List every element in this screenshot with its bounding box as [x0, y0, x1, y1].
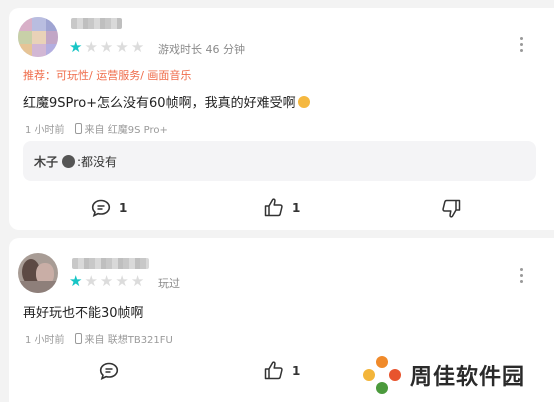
comment-count: 1 — [119, 201, 128, 215]
like-count: 1 — [292, 363, 301, 378]
avatar[interactable] — [18, 17, 58, 57]
star-empty-icon: ★ — [99, 38, 114, 56]
rating-stars: ★ ★ ★ ★ ★ — [69, 40, 144, 55]
phone-icon — [74, 333, 82, 344]
like-button[interactable]: 1 — [264, 361, 300, 380]
comment-button[interactable] — [99, 362, 127, 380]
review-info: 1 小时前 来自 联想TB321FU — [25, 331, 173, 346]
reply-author[interactable]: 木子 — [34, 153, 58, 170]
review-info: 1 小时前 来自 红魔9S Pro+ — [25, 121, 168, 136]
star-empty-icon: ★ — [84, 272, 98, 290]
device-label: 来自 联想TB321FU — [84, 335, 173, 346]
avatar[interactable] — [18, 253, 58, 293]
action-bar: 1 1 — [9, 192, 554, 222]
reply-avatar — [62, 155, 76, 168]
comment-icon — [99, 362, 119, 380]
playtime: 玩过 — [158, 277, 180, 290]
reply-preview[interactable]: 木子 :都没有 — [23, 141, 536, 181]
star-empty-icon: ★ — [99, 272, 114, 290]
device-label: 来自 红魔9S Pro+ — [84, 125, 168, 136]
more-options-icon[interactable] — [520, 37, 524, 55]
review-card: ★ ★ ★ ★ ★ 游戏时长 46 分钟 推荐：可玩性/ 运营服务/ 画面音乐 … — [9, 8, 554, 230]
star-empty-icon: ★ — [115, 272, 129, 290]
star-empty-icon: ★ — [115, 38, 129, 56]
thumbs-up-icon — [264, 361, 283, 380]
star-empty-icon: ★ — [84, 38, 98, 56]
review-content: 红魔9SPro+怎么没有60帧啊，我真的好难受啊 — [23, 92, 310, 111]
like-count: 1 — [292, 200, 301, 215]
comment-icon — [91, 199, 111, 217]
star-empty-icon: ★ — [130, 38, 145, 56]
like-button[interactable]: 1 — [264, 198, 300, 217]
post-time: 1 小时前 — [25, 335, 65, 346]
username-blurred[interactable] — [71, 18, 122, 29]
username-blurred[interactable] — [72, 258, 149, 269]
smile-emoji-icon — [297, 96, 310, 108]
star-empty-icon: ★ — [130, 272, 145, 290]
thumbs-up-icon — [264, 198, 283, 217]
reply-text: :都没有 — [77, 155, 118, 169]
phone-icon — [74, 123, 82, 134]
comment-button[interactable]: 1 — [91, 199, 127, 217]
watermark-text: 周佳软件园 — [410, 365, 526, 390]
post-time: 1 小时前 — [25, 125, 65, 136]
watermark: 周佳软件园 — [362, 355, 525, 395]
review-content: 再好玩也不能30帧啊 — [23, 306, 144, 321]
thumbs-down-icon — [442, 199, 461, 218]
recommend-tags: 推荐：可玩性/ 运营服务/ 画面音乐 — [23, 69, 192, 82]
more-options-icon[interactable] — [520, 268, 524, 286]
star-filled-icon: ★ — [69, 38, 83, 56]
star-filled-icon: ★ — [69, 272, 83, 290]
playtime: 游戏时长 46 分钟 — [158, 43, 245, 56]
watermark-logo-icon — [362, 355, 402, 395]
dislike-button[interactable] — [441, 199, 461, 218]
rating-stars: ★ ★ ★ ★ ★ — [69, 274, 144, 289]
